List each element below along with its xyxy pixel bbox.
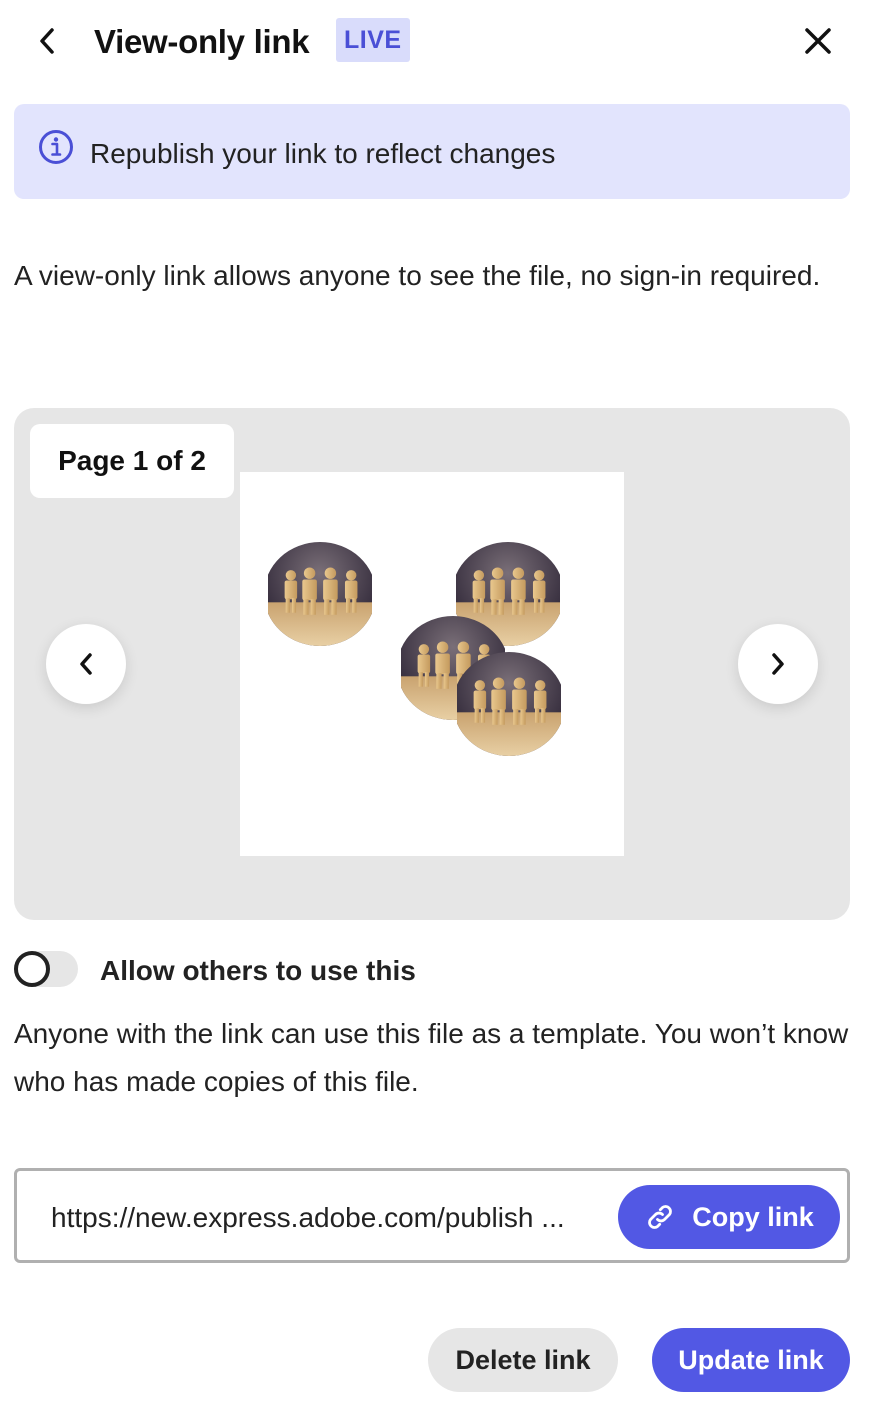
panel-header: View-only link LIVE xyxy=(0,0,884,84)
chevron-left-icon xyxy=(80,653,92,675)
copy-link-button[interactable]: Copy link xyxy=(618,1185,840,1249)
link-url[interactable]: https://new.express.adobe.com/publish ..… xyxy=(51,1201,601,1235)
allow-others-toggle[interactable] xyxy=(14,951,78,987)
next-page-button[interactable] xyxy=(738,624,818,704)
page-preview: Page 1 of 2 xyxy=(14,408,850,920)
delete-link-button[interactable]: Delete link xyxy=(428,1328,618,1392)
thumbnail-image xyxy=(264,542,376,646)
close-icon xyxy=(805,28,831,54)
chevron-right-icon xyxy=(772,653,784,675)
close-button[interactable] xyxy=(798,22,838,60)
banner-text: Republish your link to reflect changes xyxy=(90,138,556,169)
update-link-button[interactable]: Update link xyxy=(652,1328,850,1392)
copy-link-label: Copy link xyxy=(692,1201,814,1232)
allow-others-description: Anyone with the link can use this file a… xyxy=(14,1018,849,1097)
toggle-knob xyxy=(14,951,50,987)
thumbnail-image xyxy=(453,652,565,756)
page-thumbnail xyxy=(240,472,624,856)
page-indicator: Page 1 of 2 xyxy=(30,424,234,498)
back-button[interactable] xyxy=(30,22,64,60)
chevron-left-icon xyxy=(40,28,54,54)
allow-others-label: Allow others to use this xyxy=(100,955,416,986)
live-badge: LIVE xyxy=(336,18,410,62)
info-icon xyxy=(39,130,73,164)
previous-page-button[interactable] xyxy=(46,624,126,704)
republish-banner: Republish your link to reflect changes xyxy=(14,104,850,199)
link-field: https://new.express.adobe.com/publish ..… xyxy=(14,1168,850,1263)
link-icon xyxy=(648,1205,673,1229)
link-description: A view-only link allows anyone to see th… xyxy=(14,260,821,291)
panel-title: View-only link xyxy=(94,23,310,60)
allow-others-row: Allow others to use this xyxy=(14,946,854,1000)
